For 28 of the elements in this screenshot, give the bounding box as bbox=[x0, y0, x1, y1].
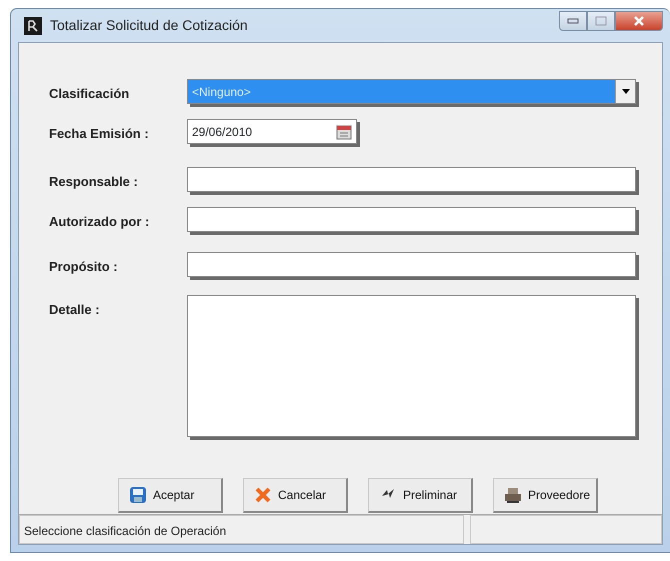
field-label: Responsable : bbox=[49, 173, 139, 191]
cross-icon bbox=[254, 486, 272, 504]
field-label: Fecha Emisión : bbox=[49, 125, 150, 143]
printer-icon bbox=[504, 486, 522, 504]
text-field[interactable] bbox=[187, 167, 636, 192]
save-icon bbox=[129, 486, 147, 504]
close-icon bbox=[633, 14, 645, 26]
text-field[interactable] bbox=[187, 207, 636, 232]
dialog-button[interactable]: Proveedore bbox=[493, 478, 598, 513]
calendar-icon[interactable] bbox=[336, 124, 352, 140]
status-message: Seleccione clasificación de Operación bbox=[19, 515, 464, 544]
maximize-icon bbox=[595, 16, 607, 26]
dialog-button[interactable]: Aceptar bbox=[118, 478, 223, 513]
field-label: Propósito : bbox=[49, 258, 119, 276]
window-title: Totalizar Solicitud de Cotización bbox=[50, 16, 248, 35]
minimize-icon bbox=[567, 18, 579, 24]
field-label: Detalle : bbox=[49, 301, 101, 319]
date-field[interactable]: 29/06/2010 bbox=[187, 119, 357, 144]
dropdown-arrow-icon bbox=[622, 89, 630, 94]
field-label: Clasificación bbox=[49, 85, 130, 103]
app-icon bbox=[24, 16, 42, 34]
dialog-button[interactable]: Cancelar bbox=[243, 478, 348, 513]
close-button[interactable] bbox=[615, 10, 663, 30]
minimize-button[interactable] bbox=[559, 10, 587, 30]
field-label: Autorizado por : bbox=[49, 213, 150, 231]
dialog-button[interactable]: Preliminar bbox=[368, 478, 473, 513]
text-field[interactable] bbox=[187, 252, 636, 277]
maximize-button[interactable] bbox=[587, 10, 615, 30]
